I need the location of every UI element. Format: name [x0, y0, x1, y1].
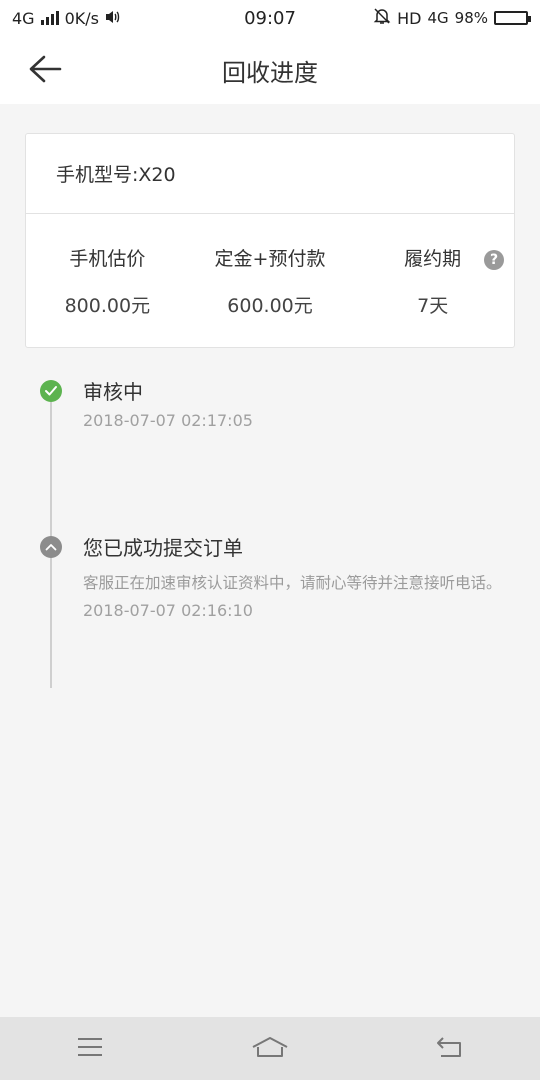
signal-icon	[40, 11, 59, 25]
timeline-desc: 客服正在加速审核认证资料中，请耐心等待并注意接听电话。	[83, 574, 502, 592]
mute-bell-icon	[373, 7, 391, 29]
network-speed: 0K/s	[64, 8, 99, 28]
stat-deposit: 定金+预付款 600.00元	[189, 214, 352, 348]
phone-info-card: 手机型号:X20 手机估价 800.00元 定金+预付款 600.00元 履约期…	[25, 133, 515, 348]
status-left: 4G 0K/s	[12, 9, 121, 28]
status-right: HD 4G 98%	[373, 7, 531, 29]
battery-percent: 98%	[454, 9, 488, 27]
check-icon	[40, 380, 62, 402]
return-button[interactable]	[420, 1024, 480, 1074]
status-bar: 4G 0K/s 09:07 HD 4G 98%	[0, 0, 540, 36]
speaker-icon	[105, 9, 121, 28]
return-icon	[435, 1035, 465, 1063]
timeline-title-reviewing: 审核中	[83, 380, 143, 404]
menu-icon	[76, 1036, 104, 1062]
menu-button[interactable]	[60, 1024, 120, 1074]
network-type: 4G	[12, 8, 35, 28]
stat-label: 定金+预付款	[214, 248, 326, 270]
stat-label: 手机估价	[69, 248, 146, 270]
timeline-title-submitted: 您已成功提交订单	[83, 536, 243, 560]
header: 回收进度	[0, 36, 540, 104]
arrow-left-icon	[28, 54, 62, 88]
page-title: 回收进度	[222, 58, 318, 87]
home-button[interactable]	[240, 1024, 300, 1074]
phone-model: 手机型号:X20	[26, 134, 514, 214]
stat-term: 履约期 7天 ?	[351, 214, 514, 348]
stat-value: 800.00元	[64, 295, 151, 317]
timeline-time: 2018-07-07 02:16:10	[83, 601, 253, 620]
stat-value: 600.00元	[227, 295, 313, 317]
timeline-time: 2018-07-07 02:17:05	[83, 411, 253, 430]
hd-label: HD	[397, 8, 422, 28]
system-nav-bar	[0, 1017, 540, 1080]
home-icon	[251, 1035, 289, 1063]
network-type-right: 4G	[427, 9, 449, 27]
question-mark-icon[interactable]: ?	[484, 250, 505, 270]
stats-row: 手机估价 800.00元 定金+预付款 600.00元 履约期 7天 ?	[26, 214, 514, 348]
stat-value: 7天	[417, 295, 449, 317]
chevron-up-icon	[40, 536, 62, 558]
back-button[interactable]	[24, 50, 66, 92]
battery-icon	[494, 11, 531, 25]
stat-label: 履约期	[404, 248, 462, 270]
stat-estimate: 手机估价 800.00元	[26, 214, 189, 348]
